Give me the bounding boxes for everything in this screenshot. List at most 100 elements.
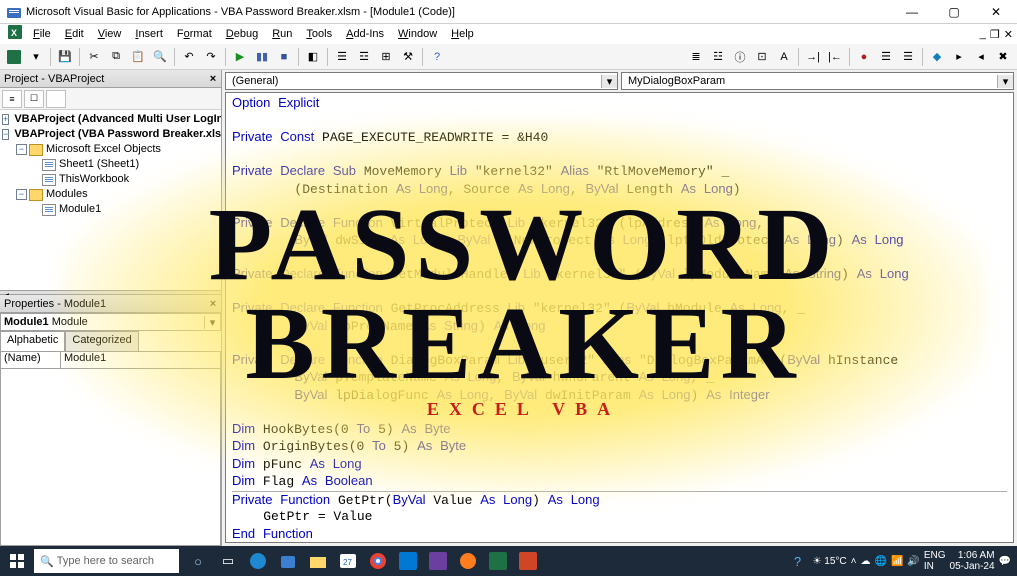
clear-bookmarks-icon[interactable]: ✖ xyxy=(993,47,1013,67)
clock[interactable]: 1:06 AM05-Jan-24 xyxy=(950,550,995,572)
prev-bookmark-icon[interactable]: ◂ xyxy=(971,47,991,67)
explorer-icon[interactable] xyxy=(303,546,333,576)
reset-icon[interactable]: ■ xyxy=(274,47,294,67)
breakpoint-icon[interactable]: ● xyxy=(854,47,874,67)
toolbox-icon[interactable]: ⚒ xyxy=(398,47,418,67)
list-constants-icon[interactable]: ☳ xyxy=(708,47,728,67)
cortana-icon[interactable]: ○ xyxy=(183,546,213,576)
notifications-icon[interactable]: 💬 xyxy=(999,556,1011,567)
view-object-icon[interactable]: ☐ xyxy=(24,90,44,108)
powerpoint-icon[interactable] xyxy=(513,546,543,576)
chevron-down-icon[interactable]: ▾ xyxy=(997,75,1013,88)
minimize-button[interactable]: — xyxy=(891,0,933,24)
tray-chevron-icon[interactable]: ˄ xyxy=(851,556,857,567)
menu-insert[interactable]: Insert xyxy=(128,26,170,42)
properties-close-icon[interactable]: × xyxy=(205,298,221,310)
help-icon[interactable]: ? xyxy=(427,47,447,67)
view-code-icon[interactable]: ≡ xyxy=(2,90,22,108)
tree-modules-folder[interactable]: Modules xyxy=(46,187,88,202)
close-button[interactable]: ✕ xyxy=(975,0,1017,24)
help-tray-icon[interactable]: ? xyxy=(783,546,813,576)
menu-format[interactable]: Format xyxy=(170,26,219,42)
menu-view[interactable]: View xyxy=(91,26,129,42)
redo-icon[interactable]: ↷ xyxy=(201,47,221,67)
object-browser-icon[interactable]: ⊞ xyxy=(376,47,396,67)
toggle-folders-icon[interactable] xyxy=(46,90,66,108)
weather-icon[interactable]: ☀ 15°C xyxy=(813,556,847,567)
svg-text:X: X xyxy=(11,28,17,38)
menu-addins[interactable]: Add-Ins xyxy=(339,26,391,42)
copy-icon[interactable]: ⧉ xyxy=(106,47,126,67)
menu-window[interactable]: Window xyxy=(391,26,444,42)
task-view-icon[interactable]: ▭ xyxy=(213,546,243,576)
comment-block-icon[interactable]: ☰ xyxy=(876,47,896,67)
parameter-info-icon[interactable]: ⊡ xyxy=(752,47,772,67)
menu-tools[interactable]: Tools xyxy=(299,26,339,42)
tree-thisworkbook[interactable]: ThisWorkbook xyxy=(59,172,129,187)
main-toolbar: ▾ 💾 ✂ ⧉ 📋 🔍 ↶ ↷ ▶ ▮▮ ■ ◧ ☰ ☲ ⊞ ⚒ ? ≣ ☳ ⓘ… xyxy=(0,44,1017,70)
tree-excel-objects[interactable]: Microsoft Excel Objects xyxy=(46,142,161,157)
properties-header: Properties - Module1 × xyxy=(0,295,221,313)
paste-icon[interactable]: 📋 xyxy=(128,47,148,67)
list-properties-icon[interactable]: ≣ xyxy=(686,47,706,67)
chevron-down-icon[interactable]: ▾ xyxy=(601,75,617,88)
start-button[interactable] xyxy=(0,546,34,576)
outdent-icon[interactable]: |← xyxy=(825,47,845,67)
vscode-icon[interactable] xyxy=(393,546,423,576)
tree-module1[interactable]: Module1 xyxy=(59,202,101,217)
edge-icon[interactable] xyxy=(243,546,273,576)
taskbar-search[interactable]: 🔍 Type here to search xyxy=(34,549,179,573)
tree-project-1[interactable]: VBAProject (Advanced Multi User LogIn.xl… xyxy=(14,112,221,127)
find-icon[interactable]: 🔍 xyxy=(150,47,170,67)
menu-run[interactable]: Run xyxy=(265,26,299,42)
project-tree[interactable]: + VBAProject (Advanced Multi User LogIn.… xyxy=(0,110,221,290)
complete-word-icon[interactable]: A xyxy=(774,47,794,67)
code-object-dropdown[interactable]: (General)▾ xyxy=(225,72,618,90)
tree-project-2[interactable]: VBAProject (VBA Password Breaker.xlsm) xyxy=(14,127,221,142)
project-explorer-close-icon[interactable]: × xyxy=(205,73,221,85)
bookmark-icon[interactable]: ◆ xyxy=(927,47,947,67)
menu-debug[interactable]: Debug xyxy=(219,26,265,42)
chrome-icon[interactable] xyxy=(363,546,393,576)
property-value-name[interactable]: Module1 xyxy=(61,352,220,368)
run-icon[interactable]: ▶ xyxy=(230,47,250,67)
save-icon[interactable]: 💾 xyxy=(55,47,75,67)
tree-sheet1[interactable]: Sheet1 (Sheet1) xyxy=(59,157,139,172)
properties-icon[interactable]: ☲ xyxy=(354,47,374,67)
firefox-icon[interactable] xyxy=(453,546,483,576)
volume-icon[interactable]: 🔊 xyxy=(907,556,919,567)
quick-info-icon[interactable]: ⓘ xyxy=(730,47,750,67)
doc-minimize-button[interactable]: _ xyxy=(980,28,986,40)
code-procedure-dropdown[interactable]: MyDialogBoxParam▾ xyxy=(621,72,1014,90)
menu-file[interactable]: File xyxy=(26,26,58,42)
tab-alphabetic[interactable]: Alphabetic xyxy=(0,331,65,351)
wifi-icon[interactable]: 📶 xyxy=(891,556,903,567)
calendar-icon[interactable]: 27 xyxy=(333,546,363,576)
language-indicator[interactable]: ENGIN xyxy=(924,550,946,572)
store-icon[interactable] xyxy=(273,546,303,576)
doc-restore-button[interactable]: ❐ xyxy=(990,28,1000,41)
excel-icon[interactable] xyxy=(483,546,513,576)
undo-icon[interactable]: ↶ xyxy=(179,47,199,67)
network-icon[interactable]: 🌐 xyxy=(874,556,886,567)
dropdown-arrow-icon[interactable]: ▾ xyxy=(204,316,220,329)
view-excel-icon[interactable] xyxy=(4,47,24,67)
properties-object-selector[interactable]: Module1 Module ▾ xyxy=(0,313,221,331)
vs-icon[interactable] xyxy=(423,546,453,576)
menu-help[interactable]: Help xyxy=(444,26,481,42)
uncomment-block-icon[interactable]: ☰ xyxy=(898,47,918,67)
onedrive-icon[interactable]: ☁ xyxy=(860,556,870,567)
next-bookmark-icon[interactable]: ▸ xyxy=(949,47,969,67)
project-explorer-icon[interactable]: ☰ xyxy=(332,47,352,67)
tab-categorized[interactable]: Categorized xyxy=(65,331,138,351)
indent-icon[interactable]: →| xyxy=(803,47,823,67)
maximize-button[interactable]: ▢ xyxy=(933,0,975,24)
break-icon[interactable]: ▮▮ xyxy=(252,47,272,67)
property-row[interactable]: (Name) Module1 xyxy=(0,351,221,369)
code-editor[interactable]: Option Explicit Private Const PAGE_EXECU… xyxy=(225,92,1014,543)
insert-dropdown-icon[interactable]: ▾ xyxy=(26,47,46,67)
doc-close-button[interactable]: ✕ xyxy=(1004,28,1013,41)
cut-icon[interactable]: ✂ xyxy=(84,47,104,67)
menu-edit[interactable]: Edit xyxy=(58,26,91,42)
design-mode-icon[interactable]: ◧ xyxy=(303,47,323,67)
